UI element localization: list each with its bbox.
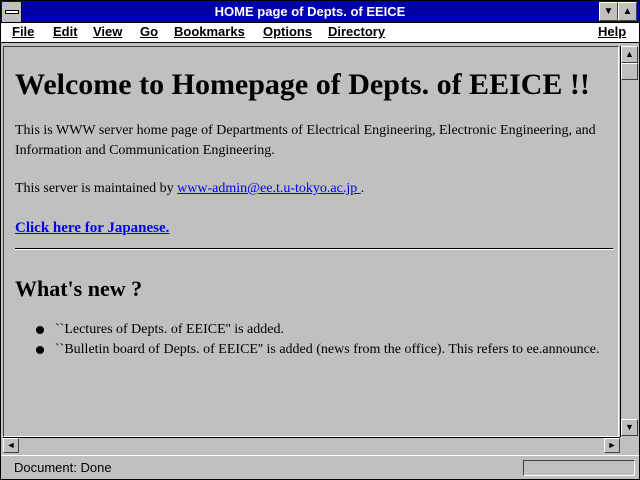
menu-edit[interactable]: Edit	[53, 24, 78, 39]
arrow-right-icon: ►	[607, 440, 617, 450]
maintainer-prefix: This server is maintained by	[15, 181, 178, 196]
menu-directory[interactable]: Directory	[328, 24, 385, 39]
title-bar[interactable]: HOME page of Depts. of EEICE ▼ ▲	[1, 1, 639, 23]
horizontal-scrollbar[interactable]: ◄ ►	[3, 437, 620, 453]
maintainer-suffix: .	[360, 181, 365, 196]
menu-bookmarks[interactable]: Bookmarks	[174, 24, 245, 39]
menu-view[interactable]: View	[93, 24, 122, 39]
system-menu-icon[interactable]	[2, 2, 22, 22]
maintainer-email-link[interactable]: www-admin@ee.t.u-tokyo.ac.jp	[177, 181, 361, 196]
status-bar: Document: Done	[1, 455, 639, 479]
whats-new-heading: What's new ?	[15, 276, 143, 301]
list-item-text: ``Bulletin board of Depts. of EEICE'' is…	[55, 342, 600, 357]
minimize-arrow-icon: ▼	[603, 6, 614, 17]
list-item-text: ``Lectures of Depts. of EEICE'' is added…	[55, 322, 284, 337]
menu-help[interactable]: Help	[598, 24, 626, 39]
bullet-icon	[36, 326, 44, 334]
bullet-icon	[36, 346, 44, 354]
japanese-paragraph: Click here for Japanese.	[15, 218, 613, 239]
arrow-down-icon: ▼	[625, 422, 634, 432]
progress-indicator	[523, 460, 635, 476]
vertical-scroll-thumb[interactable]	[621, 63, 638, 80]
scroll-down-button[interactable]: ▼	[621, 419, 638, 436]
maximize-arrow-icon: ▲	[622, 6, 633, 17]
list-item: ``Bulletin board of Depts. of EEICE'' is…	[15, 340, 613, 360]
browser-window: HOME page of Depts. of EEICE ▼ ▲ File Ed…	[0, 0, 640, 480]
list-item: ``Lectures of Depts. of EEICE'' is added…	[15, 320, 613, 340]
intro-paragraph: This is WWW server home page of Departme…	[15, 123, 596, 158]
document-body: Welcome to Homepage of Depts. of EEICE !…	[15, 49, 613, 360]
scroll-up-button[interactable]: ▲	[621, 46, 638, 63]
scroll-right-button[interactable]: ►	[604, 438, 620, 453]
arrow-left-icon: ◄	[6, 440, 16, 450]
menu-file[interactable]: File	[12, 24, 34, 39]
page-heading: Welcome to Homepage of Depts. of EEICE !…	[15, 68, 590, 101]
status-text: Document: Done	[14, 460, 112, 475]
vertical-scrollbar[interactable]: ▲ ▼	[620, 46, 638, 437]
window-title: HOME page of Depts. of EEICE	[214, 4, 406, 19]
divider	[15, 248, 613, 250]
whats-new-list: ``Lectures of Depts. of EEICE'' is added…	[15, 320, 613, 360]
menu-options[interactable]: Options	[263, 24, 312, 39]
menu-bar: File Edit View Go Bookmarks Options Dire…	[1, 23, 639, 43]
maximize-button[interactable]: ▲	[618, 2, 637, 21]
document-view[interactable]: Welcome to Homepage of Depts. of EEICE !…	[3, 46, 619, 437]
scroll-left-button[interactable]: ◄	[3, 438, 19, 453]
japanese-link[interactable]: Click here for Japanese.	[15, 220, 169, 236]
arrow-up-icon: ▲	[625, 49, 634, 59]
minimize-button[interactable]: ▼	[599, 2, 618, 21]
maintainer-paragraph: This server is maintained by www-admin@e…	[15, 179, 613, 199]
menu-go[interactable]: Go	[140, 24, 158, 39]
